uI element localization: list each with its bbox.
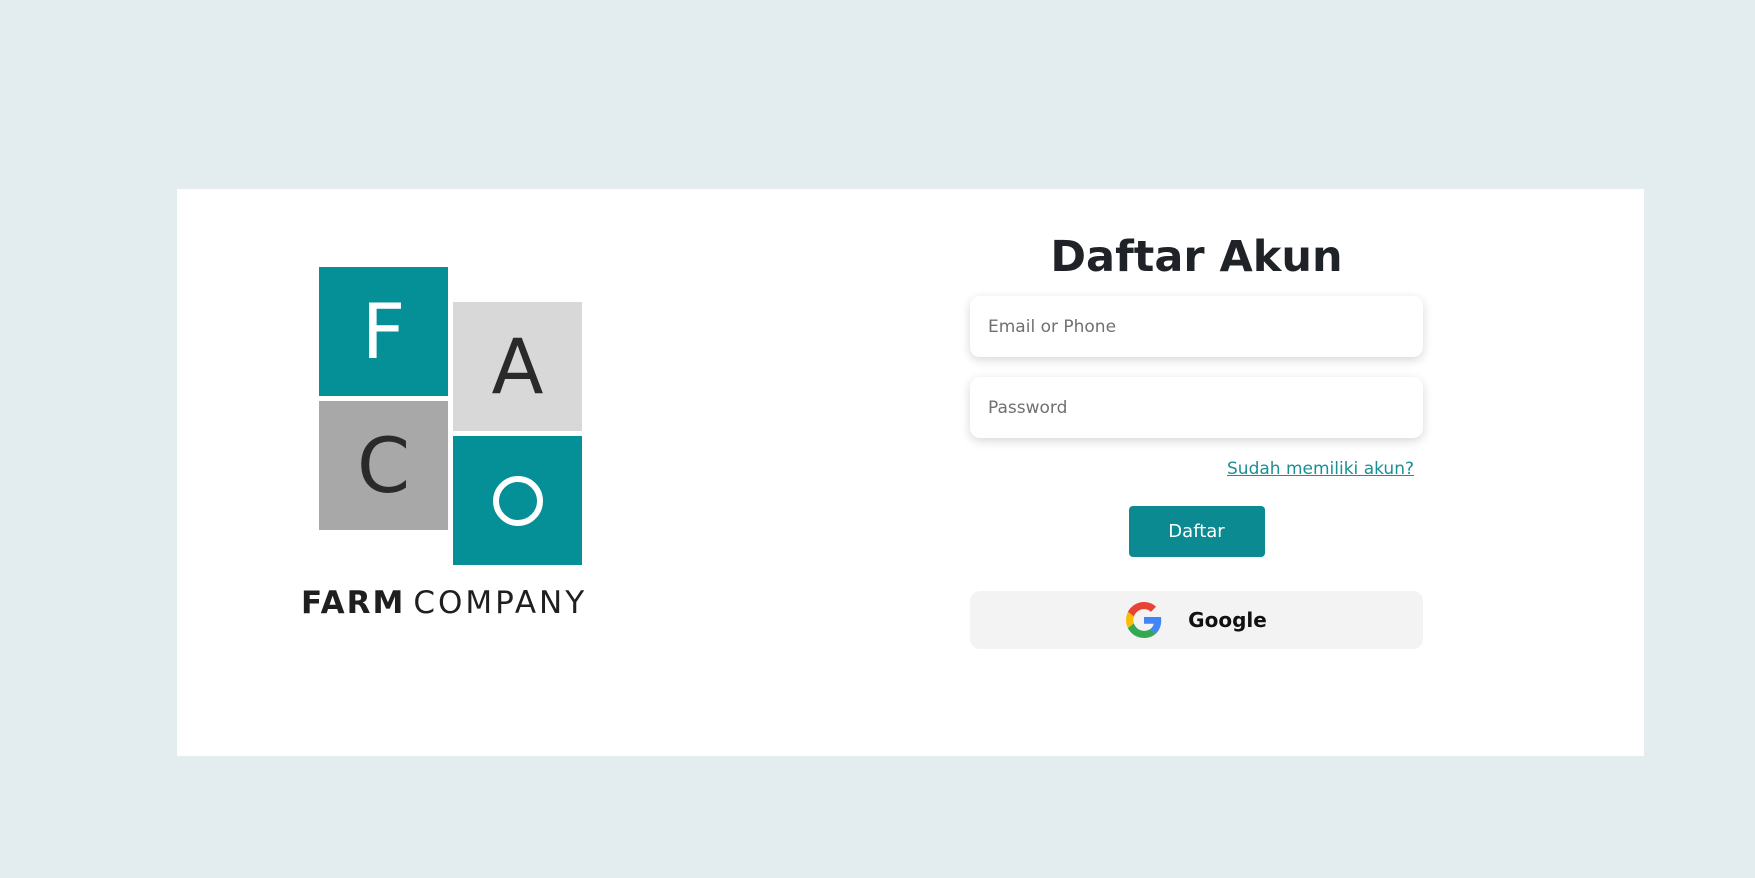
logo-letter-f: F [361,287,406,376]
register-button[interactable]: Daftar [1128,506,1265,557]
google-button-label: Google [1188,608,1267,632]
logo-letter-o: O [492,475,543,526]
brand-company: COMPANY [413,585,588,621]
logo-letter-c: C [356,421,411,510]
email-or-phone-input[interactable] [970,296,1423,357]
login-link-row: Sudah memiliki akun? [970,459,1423,481]
logo-tile-f: F [319,267,448,396]
password-input[interactable] [970,377,1423,438]
register-card: F A C O FARMCOMPANY Daftar Akun Sudah me… [177,189,1644,756]
google-g-icon [1126,602,1162,638]
google-signin-button[interactable]: Google [970,591,1423,649]
submit-row: Daftar [970,506,1423,557]
brand-wordmark: FARM COMPANY [301,585,621,621]
brand-farm: FARM [301,585,406,621]
already-have-account-link[interactable]: Sudah memiliki akun? [1227,459,1414,479]
register-form: Daftar Akun Sudah memiliki akun? Daftar … [970,229,1423,649]
logo-tile-a: A [453,302,582,431]
logo-letter-a: A [491,322,544,411]
page-title: Daftar Akun [1050,232,1343,282]
logo-tile-o: O [453,436,582,565]
logo-tile-c: C [319,401,448,530]
farm-company-logo: F A C O FARMCOMPANY [301,267,621,627]
